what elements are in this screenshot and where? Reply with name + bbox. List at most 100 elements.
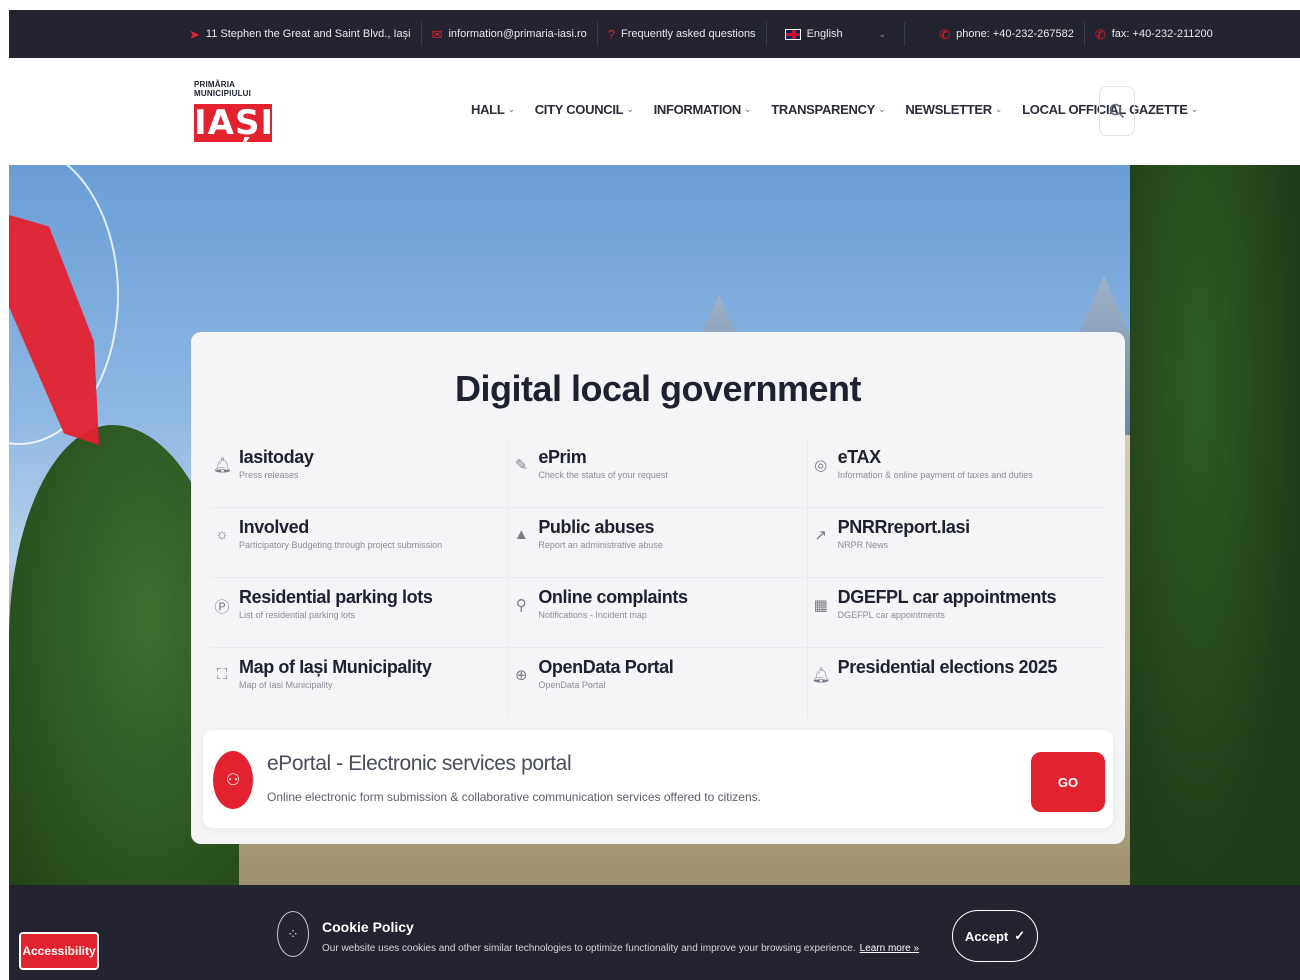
eportal-subtitle: Online electronic form submission & coll… [267, 790, 761, 804]
language-text: English [806, 28, 843, 40]
card-title: Digital local government [454, 368, 862, 409]
question-icon: ? [607, 26, 616, 42]
service-presidential-elections[interactable]: 🔔︎ Presidential elections 2025 [808, 648, 1107, 718]
service-dgefpl-appointments[interactable]: ▦ DGEFPL car appointments DGEFPL car appo… [807, 578, 1107, 648]
cookie-title: Cookie Policy [322, 919, 414, 935]
service-subtitle: List of residential parking lots [239, 610, 356, 620]
accept-cookies-button[interactable]: Accept ✓ [952, 910, 1038, 962]
accept-label: Accept [964, 928, 1009, 944]
cookie-description: Our website uses cookies and other simil… [322, 943, 856, 954]
service-opendata[interactable]: ⊕ OpenData Portal OpenData Portal [508, 648, 808, 718]
service-subtitle: Press releases [239, 470, 299, 480]
service-title: Residential parking lots [239, 587, 433, 607]
faq-text: Frequently asked questions [621, 28, 756, 40]
cookie-banner: Accessibility ⁘ Cookie Policy Our websit… [9, 885, 1300, 980]
service-title: Public abuses [538, 517, 655, 537]
location-arrow-icon: ➤ [189, 26, 200, 42]
digital-government-card: Digital local government 🔔︎ Iasitoday Pre… [191, 332, 1125, 844]
service-eprim[interactable]: ✎ ePrim Check the status of your request [508, 438, 808, 508]
nav-item-information[interactable]: INFORMATION ⌄ [654, 102, 752, 117]
coins-icon: ◎ [814, 457, 828, 474]
service-subtitle: Check the status of your request [538, 470, 668, 480]
chevron-down-icon: ⌄ [744, 104, 752, 114]
uk-flag-icon [784, 28, 801, 40]
bell-icon: 🔔︎ [213, 457, 233, 474]
nav-item-newsletter[interactable]: NEWSLETTER ⌄ [905, 102, 1002, 117]
service-subtitle: Map of Iasi Municipality [239, 680, 333, 690]
service-title: PNRRreport.Iasi [837, 517, 970, 537]
nav-label: CITY COUNCIL [534, 102, 624, 117]
main-nav: HALL ⌄ CITY COUNCIL ⌄ INFORMATION ⌄ TRANSPA… [471, 102, 1198, 117]
tree-shape [1130, 165, 1300, 885]
faq-link[interactable]: ? Frequently asked questions [598, 22, 767, 46]
nav-label: NEWSLETTER [905, 102, 992, 117]
logo-line2: MUNICIPIULUI [194, 89, 252, 98]
eportal-title[interactable]: ePortal - Electronic services portal [267, 752, 572, 776]
bell-icon: 🔔︎ [811, 667, 831, 684]
trend-icon: ↗ [814, 527, 827, 544]
service-online-complaints[interactable]: ⚲ Online complaints Notifications - Incid… [508, 578, 808, 648]
service-subtitle: Participatory Budgeting through project … [239, 540, 443, 550]
service-subtitle: NRPR News [837, 540, 889, 550]
service-public-abuses[interactable]: ▲ Public abuses Report an administrative … [508, 508, 808, 578]
cookie-text: Our website uses cookies and other simil… [322, 943, 919, 954]
service-iasitoday[interactable]: 🔔︎ Iasitoday Press releases [209, 438, 509, 508]
map-pin-icon: ⚲ [515, 597, 527, 614]
service-title: OpenData Portal [538, 657, 674, 677]
mail-icon: ✉ [431, 26, 443, 42]
map-icon: ⛶ [216, 666, 228, 683]
search-button[interactable] [1099, 86, 1135, 136]
language-select[interactable]: English ⌄ [767, 22, 906, 46]
email-text: information@primaria-iasi.ro [448, 28, 587, 40]
search-icon [1109, 103, 1125, 119]
email-item[interactable]: ✉ information@primaria-iasi.ro [422, 22, 598, 46]
fax-text: fax: +40-232-211200 [1111, 28, 1213, 40]
chevron-down-icon: ⌄ [994, 104, 1003, 114]
eportal-banner: ⚇ ePortal - Electronic services portal O… [203, 730, 1113, 828]
nav-label: HALL [471, 102, 505, 117]
lightbulb-icon: ☼ [215, 526, 229, 543]
phone-text: phone: +40-232-267582 [956, 28, 1074, 40]
services-grid: 🔔︎ Iasitoday Press releases ✎ ePrim Check … [209, 438, 1107, 718]
service-subtitle: DGEFPL car appointments [837, 610, 945, 620]
nav-item-city-council[interactable]: CITY COUNCIL ⌄ [535, 102, 634, 117]
service-title: DGEFPL car appointments [837, 587, 1057, 607]
nav-item-hall[interactable]: HALL ⌄ [471, 102, 515, 117]
chevron-down-icon: ⌄ [878, 104, 886, 114]
eportal-network-icon: ⚇ [213, 751, 253, 809]
address-text: 11 Stephen the Great and Saint Blvd., Ia… [205, 28, 411, 40]
service-involved[interactable]: ☼ Involved Participatory Budgeting throug… [209, 508, 509, 578]
service-pnrrreport[interactable]: ↗ PNRRreport.Iasi NRPR News [807, 508, 1107, 578]
accessibility-button[interactable]: Accessibility [19, 932, 99, 970]
service-title: ePrim [538, 447, 587, 467]
service-residential-parking[interactable]: Ⓟ Residential parking lots List of reside… [209, 578, 509, 648]
site-logo[interactable]: PRIMĂRIA MUNICIPIULUI IAȘI [194, 80, 284, 150]
service-etax[interactable]: ◎ eTAX Information & online payment of ta… [807, 438, 1107, 508]
eportal-go-button[interactable]: GO [1031, 752, 1105, 812]
nav-item-transparency[interactable]: TRANSPARENCY ⌄ [771, 102, 885, 117]
check-circle-icon: ✓ [1014, 928, 1026, 943]
service-subtitle: Notifications - Incident map [538, 610, 647, 620]
calendar-icon: ▦ [813, 597, 828, 614]
parking-icon: Ⓟ [214, 599, 230, 616]
service-title: Online complaints [538, 587, 688, 607]
fax-item[interactable]: ✆ fax: +40-232-211200 [1085, 22, 1223, 46]
top-info-bar: ➤ 11 Stephen the Great and Saint Blvd., … [9, 10, 1300, 58]
phone-icon: ✆ [939, 26, 951, 42]
cookie-icon: ⁘ [277, 911, 309, 957]
nav-label: TRANSPARENCY [771, 102, 876, 117]
address-item[interactable]: ➤ 11 Stephen the Great and Saint Blvd., … [179, 22, 422, 46]
chevron-down-icon: ⌄ [507, 104, 515, 114]
service-subtitle: Information & online payment of taxes an… [837, 470, 1033, 480]
chevron-down-icon: ⌄ [1190, 104, 1199, 114]
service-title: Presidential elections 2025 [837, 657, 1058, 677]
nav-label: INFORMATION [653, 102, 742, 117]
learn-more-link[interactable]: Learn more » [860, 943, 919, 954]
chevron-down-icon: ⌄ [878, 28, 887, 39]
service-map[interactable]: ⛶ Map of Iași Municipality Map of Iasi Mu… [209, 648, 509, 718]
service-title: Iasitoday [239, 447, 314, 467]
globe-icon: ⊕ [515, 667, 528, 684]
chevron-down-icon: ⌄ [626, 104, 634, 114]
site-header: PRIMĂRIA MUNICIPIULUI IAȘI HALL ⌄ CITY CO… [9, 58, 1300, 165]
phone-item[interactable]: ✆ phone: +40-232-267582 [929, 22, 1085, 46]
